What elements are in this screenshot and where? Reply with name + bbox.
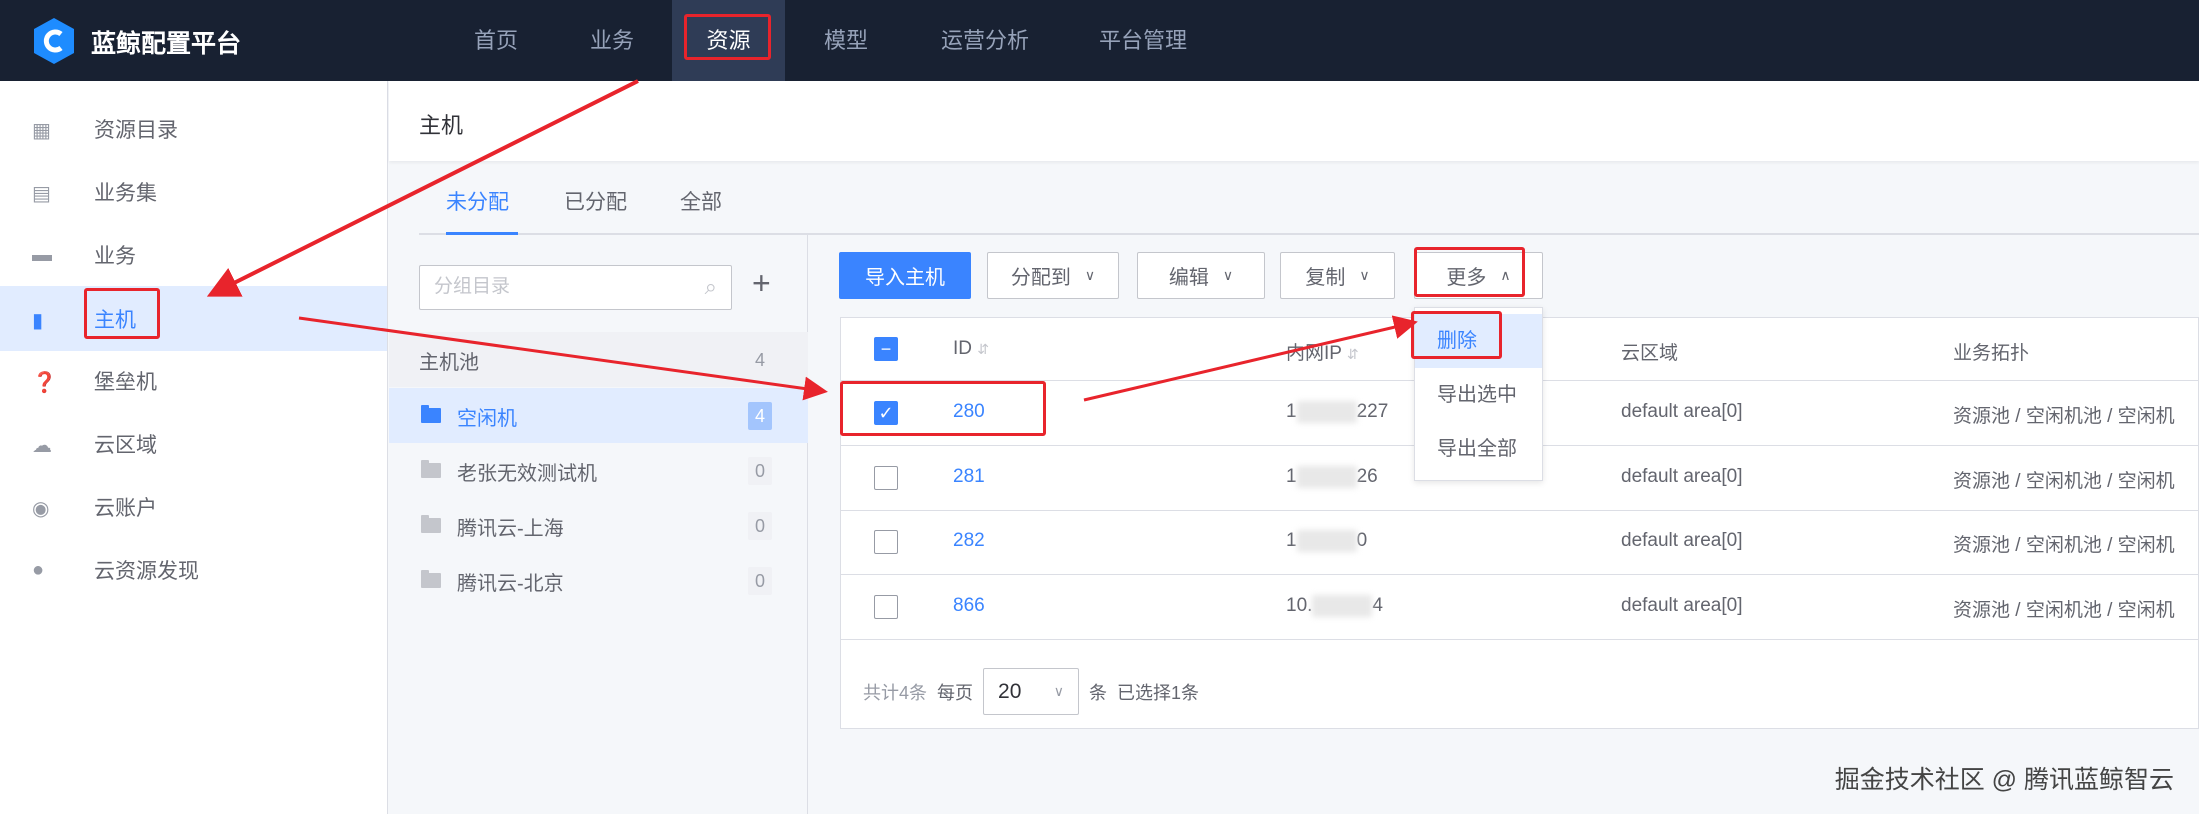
menu-item-export-all[interactable]: 导出全部 xyxy=(1415,422,1542,476)
masked-ip xyxy=(1296,465,1357,488)
sidebar-item-resource-directory[interactable]: ▦ 资源目录 xyxy=(0,97,387,160)
folder-icon xyxy=(421,515,441,533)
server-icon: ▮ xyxy=(32,309,44,332)
sidebar-item-host[interactable]: ▮ 主机 xyxy=(0,286,387,351)
cloud-area: default area[0] xyxy=(1621,594,1743,616)
host-id-link[interactable]: 866 xyxy=(953,595,985,617)
top-navbar: 蓝鲸配置平台 首页 业务 资源 模型 运营分析 平台管理 xyxy=(0,0,2199,81)
import-host-button[interactable]: 导入主机 xyxy=(839,252,971,299)
selected-count: 已选择1条 xyxy=(1117,682,1200,703)
host-ip: 10 xyxy=(1286,530,1368,552)
compass-icon: ● xyxy=(32,558,45,581)
cloud-area: default area[0] xyxy=(1621,465,1743,487)
column-cloud-area: 云区域 xyxy=(1621,343,1679,364)
app-title: 蓝鲸配置平台 xyxy=(91,30,242,58)
host-ip: 1 26 xyxy=(1286,465,1378,488)
grid-icon: ▦ xyxy=(32,119,51,142)
host-ip: 1 227 xyxy=(1286,401,1389,423)
host-pool-row[interactable]: 主机池 4 xyxy=(389,332,808,387)
masked-ip xyxy=(1296,530,1357,552)
assign-to-dropdown[interactable]: 分配到 ∨ xyxy=(987,252,1119,299)
row-checkbox[interactable] xyxy=(874,465,898,490)
sort-icon: ⇵ xyxy=(1346,346,1359,362)
toolbox-icon: ▬ xyxy=(32,243,52,266)
nav-resource[interactable]: 资源 xyxy=(672,0,785,81)
table-row[interactable]: 866 10. 4 default area[0] 资源池 / 空闲机池 / 空闲… xyxy=(841,575,2199,640)
host-id-link[interactable]: 280 xyxy=(953,401,985,423)
row-checkbox[interactable] xyxy=(874,530,898,554)
table-row[interactable]: 282 10 default area[0] 资源池 / 空闲机池 / 空闲机 xyxy=(841,510,2199,575)
pagination: 共计4条 每页 20 ∨ 条 已选择1条 xyxy=(863,668,1199,715)
group-item[interactable]: 老张无效测试机 0 xyxy=(389,443,808,498)
group-search-input[interactable] xyxy=(420,266,670,308)
sort-icon: ⇵ xyxy=(977,341,990,357)
logo-icon xyxy=(34,18,74,64)
host-ip: 10. 4 xyxy=(1286,594,1383,617)
host-id-link[interactable]: 281 xyxy=(953,466,985,488)
menu-item-delete[interactable]: 删除 xyxy=(1415,314,1542,368)
more-dropdown[interactable]: 更多 ∧ xyxy=(1414,252,1543,299)
nav-business[interactable]: 业务 xyxy=(576,0,648,81)
chevron-up-icon: ∧ xyxy=(1500,267,1511,283)
column-topology: 业务拓扑 xyxy=(1953,343,2030,364)
group-search[interactable]: ⌕ xyxy=(419,265,732,310)
nav-home[interactable]: 首页 xyxy=(460,0,532,81)
column-id[interactable]: ID ⇵ xyxy=(953,338,989,360)
cloud-area: default area[0] xyxy=(1621,530,1743,551)
tab-all[interactable]: 全部 xyxy=(680,186,722,216)
topology: 资源池 / 空闲机池 / 空闲机 xyxy=(1953,406,2175,427)
row-checkbox[interactable] xyxy=(874,594,898,619)
select-all-checkbox[interactable]: − xyxy=(874,337,898,361)
tab-assigned[interactable]: 已分配 xyxy=(564,186,627,216)
tab-unassigned[interactable]: 未分配 xyxy=(446,186,509,216)
group-item[interactable]: 腾讯云-上海 0 xyxy=(389,498,808,553)
folder-icon xyxy=(421,460,441,478)
cloud-network-icon: ☁ xyxy=(32,434,52,457)
nav-analysis[interactable]: 运营分析 xyxy=(930,0,1040,81)
add-group-button[interactable]: + xyxy=(752,265,771,302)
topology: 资源池 / 空闲机池 / 空闲机 xyxy=(1953,470,2175,492)
sidebar-item-cloud-account[interactable]: ◉ 云账户 xyxy=(0,475,387,538)
sidebar-item-cloud-discovery[interactable]: ● 云资源发现 xyxy=(0,538,387,601)
chevron-down-icon: ∨ xyxy=(1053,683,1065,699)
sidebar-item-business[interactable]: ▬ 业务 xyxy=(0,223,387,286)
row-checkbox[interactable]: ✓ xyxy=(874,401,898,425)
host-id-link[interactable]: 282 xyxy=(953,530,985,552)
topology: 资源池 / 空闲机池 / 空闲机 xyxy=(1953,535,2175,556)
masked-ip xyxy=(1312,594,1373,617)
more-menu: 删除 导出选中 导出全部 xyxy=(1414,307,1543,481)
folder-icon xyxy=(421,405,441,423)
chevron-down-icon: ∨ xyxy=(1222,267,1234,283)
sidebar-item-cloud-area[interactable]: ☁ 云区域 xyxy=(0,412,387,475)
menu-item-export-selected[interactable]: 导出选中 xyxy=(1415,368,1542,422)
page-size-select[interactable]: 20 ∨ xyxy=(983,668,1080,715)
group-item[interactable]: 空闲机 4 xyxy=(389,388,808,443)
nav-model[interactable]: 模型 xyxy=(810,0,882,81)
question-circle-icon: ❓ xyxy=(32,371,57,394)
copy-dropdown[interactable]: 复制 ∨ xyxy=(1280,252,1395,299)
user-icon: ◉ xyxy=(32,497,50,520)
sidebar-item-bastion[interactable]: ❓ 堡垒机 xyxy=(0,349,387,412)
topology: 资源池 / 空闲机池 / 空闲机 xyxy=(1953,599,2175,621)
page-title: 主机 xyxy=(419,113,464,138)
edit-dropdown[interactable]: 编辑 ∨ xyxy=(1137,252,1265,299)
column-ip[interactable]: 内网IP ⇵ xyxy=(1286,338,1359,365)
briefcase-icon: ▤ xyxy=(32,182,51,205)
total-count: 共计4条 xyxy=(863,682,928,703)
watermark: 掘金技术社区 @ 腾讯蓝鲸智云 xyxy=(1834,766,2174,794)
nav-platform-admin[interactable]: 平台管理 xyxy=(1088,0,1198,81)
search-icon[interactable]: ⌕ xyxy=(705,274,717,300)
folder-icon xyxy=(421,570,441,588)
chevron-down-icon: ∨ xyxy=(1359,267,1370,283)
chevron-down-icon: ∨ xyxy=(1084,267,1096,283)
group-item[interactable]: 腾讯云-北京 0 xyxy=(389,553,808,608)
sidebar-item-business-set[interactable]: ▤ 业务集 xyxy=(0,160,387,223)
cloud-area: default area[0] xyxy=(1621,401,1743,422)
page-header: 主机 xyxy=(389,81,2199,161)
masked-ip xyxy=(1296,401,1357,423)
